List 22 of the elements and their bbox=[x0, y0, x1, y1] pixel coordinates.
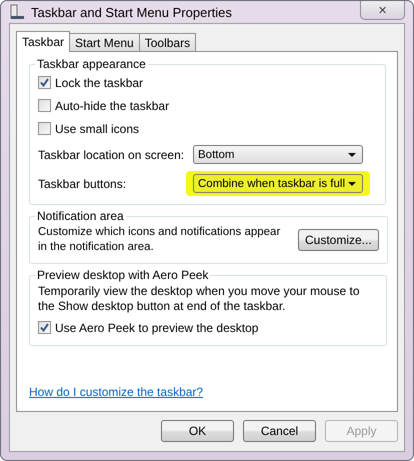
dropdown[interactable]: Combine when taskbar is full bbox=[193, 174, 363, 193]
checkbox-label: Auto-hide the taskbar bbox=[55, 98, 170, 112]
group-title: Preview desktop with Aero Peek bbox=[36, 268, 210, 282]
tab[interactable]: Toolbars bbox=[138, 33, 196, 51]
dropdown-label: Taskbar location on screen: bbox=[38, 148, 186, 162]
close-button[interactable]: ✕ bbox=[360, 1, 405, 20]
group-title: Taskbar appearance bbox=[36, 57, 147, 71]
description-text: Customize which icons and notifications appear in the notification area. bbox=[38, 225, 282, 255]
customize-button[interactable]: Customize... bbox=[298, 229, 379, 251]
dialog-button[interactable]: Cancel bbox=[243, 420, 316, 442]
checkbox-label: Use small icons bbox=[55, 122, 140, 136]
tab[interactable]: Start Menu bbox=[69, 33, 140, 51]
tab[interactable]: Taskbar bbox=[16, 31, 70, 52]
dropdown-label: Taskbar buttons: bbox=[38, 176, 128, 190]
window-title: Taskbar and Start Menu Properties bbox=[31, 4, 232, 20]
help-link[interactable]: How do I customize the taskbar? bbox=[29, 385, 204, 399]
description-text: Temporarily view the desktop when you move your mouse to the Show desktop button at end of the taskbar. bbox=[38, 284, 360, 314]
group-title: Notification area bbox=[36, 209, 125, 223]
dialog-button[interactable]: OK bbox=[161, 420, 234, 442]
checkbox-label: Lock the taskbar bbox=[55, 76, 144, 90]
checkbox-label: Use Aero Peek to preview the desktop bbox=[55, 320, 258, 334]
dropdown[interactable]: Bottom bbox=[193, 145, 363, 164]
